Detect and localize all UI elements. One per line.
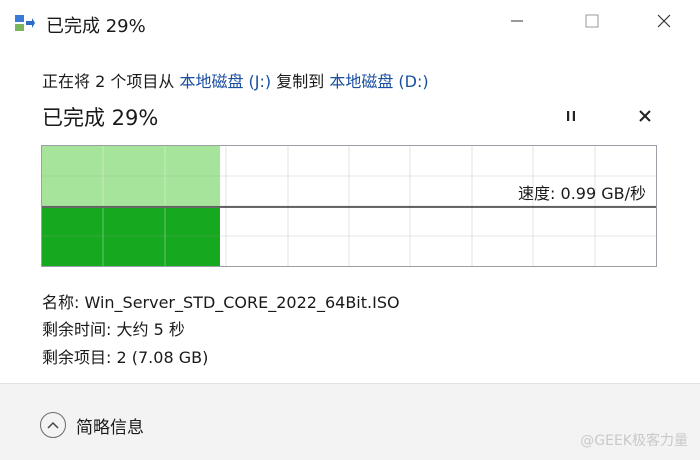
time-remaining-row: 剩余时间: 大约 5 秒 [42, 316, 185, 340]
less-details-label: 简略信息 [76, 417, 144, 438]
destination-link[interactable]: 本地磁盘 (D:) [329, 72, 428, 91]
speed-graph-canvas [42, 146, 656, 266]
time-remaining-label: 剩余时间: [42, 320, 117, 339]
cancel-icon [638, 108, 652, 127]
progress-status: 已完成 29% [42, 106, 159, 130]
time-remaining-value: 大约 5 秒 [116, 320, 185, 339]
items-remaining-row: 剩余项目: 2 (7.08 GB) [42, 344, 208, 368]
window-title: 已完成 29% [46, 16, 146, 37]
maximize-button[interactable] [569, 0, 615, 46]
minimize-button[interactable] [494, 0, 540, 46]
less-details-button[interactable]: 简略信息 [40, 412, 144, 438]
file-name-row: 名称: Win_Server_STD_CORE_2022_64Bit.ISO [42, 289, 400, 313]
copy-app-icon [14, 13, 36, 33]
transfer-speed-graph: 速度: 0.99 GB/秒 [41, 145, 657, 267]
file-name-label: 名称: [42, 293, 85, 312]
items-remaining-value: 2 (7.08 GB) [116, 348, 209, 367]
pause-icon [564, 108, 578, 127]
close-icon [656, 13, 672, 33]
maximize-icon [584, 13, 600, 33]
title-bar: 已完成 29% [0, 0, 700, 46]
cancel-button[interactable] [631, 104, 659, 130]
pause-button[interactable] [557, 104, 585, 130]
copy-middle: 复制到 [271, 72, 330, 91]
close-button[interactable] [641, 0, 687, 46]
copy-prefix: 正在将 2 个项目从 [42, 72, 180, 91]
file-name-value: Win_Server_STD_CORE_2022_64Bit.ISO [84, 293, 400, 312]
minimize-icon [509, 13, 525, 33]
speed-label: 速度: 0.99 GB/秒 [518, 184, 646, 203]
watermark-text: @GEEK极客力量 [580, 433, 688, 449]
watermark: @GEEK极客力量 [580, 430, 688, 450]
source-link[interactable]: 本地磁盘 (J:) [179, 72, 271, 91]
copy-description: 正在将 2 个项目从 本地磁盘 (J:) 复制到 本地磁盘 (D:) [42, 68, 429, 92]
items-remaining-label: 剩余项目: [42, 348, 117, 367]
progress-fill-dark [42, 208, 220, 266]
chevron-up-icon [40, 412, 66, 438]
